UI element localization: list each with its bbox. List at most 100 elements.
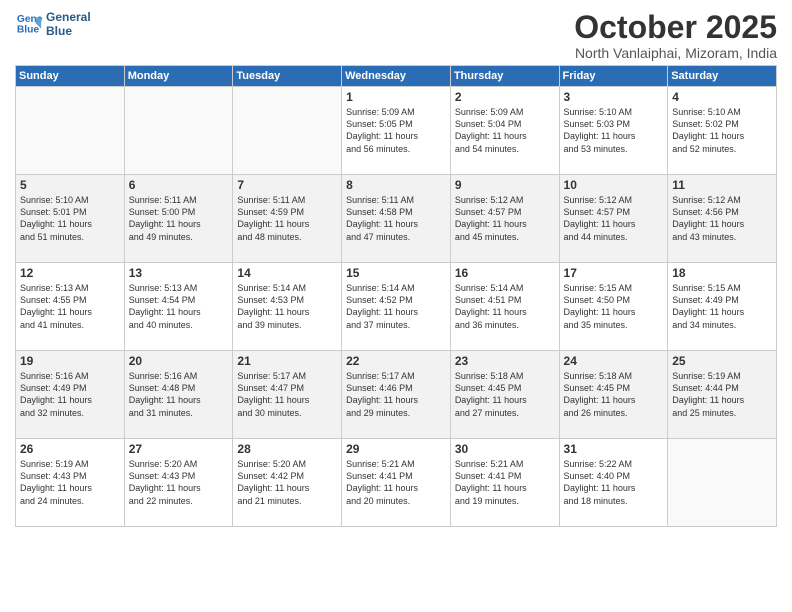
- cell-daylight-info: Sunrise: 5:11 AM Sunset: 4:58 PM Dayligh…: [346, 194, 446, 243]
- calendar-cell: 14Sunrise: 5:14 AM Sunset: 4:53 PM Dayli…: [233, 263, 342, 351]
- svg-text:Blue: Blue: [17, 25, 40, 36]
- calendar-cell: 8 Sunrise: 5:11 AM Sunset: 4:58 PM Daylig…: [342, 175, 451, 263]
- calendar-cell: 2Sunrise: 5:09 AM Sunset: 5:04 PM Daylig…: [450, 87, 559, 175]
- day-number: 15: [346, 266, 446, 280]
- calendar-cell: 4 Sunrise: 5:10 AM Sunset: 5:02 PM Daylig…: [668, 87, 777, 175]
- day-number: 9: [455, 178, 555, 192]
- calendar-cell: 25 Sunrise: 5:19 AM Sunset: 4:44 PM Dayli…: [668, 351, 777, 439]
- day-number: 18: [672, 266, 772, 280]
- calendar-cell: [233, 87, 342, 175]
- calendar-cell: [668, 439, 777, 527]
- weekday-header-wednesday: Wednesday: [342, 66, 451, 87]
- cell-daylight-info: Sunrise: 5:21 AM Sunset: 4:41 PM Dayligh…: [455, 458, 555, 507]
- calendar-table: SundayMondayTuesdayWednesdayThursdayFrid…: [15, 65, 777, 527]
- calendar-cell: 30 Sunrise: 5:21 AM Sunset: 4:41 PM Dayli…: [450, 439, 559, 527]
- day-number: 3: [564, 90, 664, 104]
- calendar-cell: 1Sunrise: 5:09 AM Sunset: 5:05 PM Daylig…: [342, 87, 451, 175]
- calendar-cell: 12 Sunrise: 5:13 AM Sunset: 4:55 PM Dayli…: [16, 263, 125, 351]
- cell-daylight-info: Sunrise: 5:12 AM Sunset: 4:57 PM Dayligh…: [455, 194, 555, 243]
- calendar-week-row-3: 12 Sunrise: 5:13 AM Sunset: 4:55 PM Dayli…: [16, 263, 777, 351]
- day-number: 22: [346, 354, 446, 368]
- cell-daylight-info: Sunrise: 5:10 AM Sunset: 5:02 PM Dayligh…: [672, 106, 772, 155]
- calendar-cell: 19 Sunrise: 5:16 AM Sunset: 4:49 PM Dayli…: [16, 351, 125, 439]
- logo-text: General Blue: [46, 10, 91, 39]
- cell-daylight-info: Sunrise: 5:15 AM Sunset: 4:50 PM Dayligh…: [564, 282, 664, 331]
- calendar-cell: 16Sunrise: 5:14 AM Sunset: 4:51 PM Dayli…: [450, 263, 559, 351]
- calendar-cell: 3 Sunrise: 5:10 AM Sunset: 5:03 PM Daylig…: [559, 87, 668, 175]
- day-number: 16: [455, 266, 555, 280]
- day-number: 30: [455, 442, 555, 456]
- calendar-cell: 22Sunrise: 5:17 AM Sunset: 4:46 PM Dayli…: [342, 351, 451, 439]
- calendar-cell: 11 Sunrise: 5:12 AM Sunset: 4:56 PM Dayli…: [668, 175, 777, 263]
- day-number: 31: [564, 442, 664, 456]
- logo-line1: General: [46, 10, 91, 24]
- cell-daylight-info: Sunrise: 5:16 AM Sunset: 4:49 PM Dayligh…: [20, 370, 120, 419]
- calendar-cell: 29 Sunrise: 5:21 AM Sunset: 4:41 PM Dayli…: [342, 439, 451, 527]
- calendar-cell: 18 Sunrise: 5:15 AM Sunset: 4:49 PM Dayli…: [668, 263, 777, 351]
- calendar-cell: 31 Sunrise: 5:22 AM Sunset: 4:40 PM Dayli…: [559, 439, 668, 527]
- cell-daylight-info: Sunrise: 5:18 AM Sunset: 4:45 PM Dayligh…: [564, 370, 664, 419]
- day-number: 19: [20, 354, 120, 368]
- calendar-cell: 5Sunrise: 5:10 AM Sunset: 5:01 PM Daylig…: [16, 175, 125, 263]
- weekday-header-thursday: Thursday: [450, 66, 559, 87]
- cell-daylight-info: Sunrise: 5:12 AM Sunset: 4:56 PM Dayligh…: [672, 194, 772, 243]
- page-container: General Blue General Blue October 2025 N…: [0, 0, 792, 612]
- month-title: October 2025: [574, 10, 777, 45]
- location-subtitle: North Vanlaiphai, Mizoram, India: [574, 45, 777, 61]
- cell-daylight-info: Sunrise: 5:19 AM Sunset: 4:43 PM Dayligh…: [20, 458, 120, 507]
- day-number: 10: [564, 178, 664, 192]
- day-number: 14: [237, 266, 337, 280]
- logo-line2: Blue: [46, 24, 72, 38]
- calendar-cell: 28Sunrise: 5:20 AM Sunset: 4:42 PM Dayli…: [233, 439, 342, 527]
- day-number: 11: [672, 178, 772, 192]
- weekday-header-row: SundayMondayTuesdayWednesdayThursdayFrid…: [16, 66, 777, 87]
- cell-daylight-info: Sunrise: 5:16 AM Sunset: 4:48 PM Dayligh…: [129, 370, 229, 419]
- calendar-cell: 10Sunrise: 5:12 AM Sunset: 4:57 PM Dayli…: [559, 175, 668, 263]
- weekday-header-friday: Friday: [559, 66, 668, 87]
- day-number: 2: [455, 90, 555, 104]
- calendar-cell: 24Sunrise: 5:18 AM Sunset: 4:45 PM Dayli…: [559, 351, 668, 439]
- title-block: October 2025 North Vanlaiphai, Mizoram, …: [574, 10, 777, 61]
- cell-daylight-info: Sunrise: 5:21 AM Sunset: 4:41 PM Dayligh…: [346, 458, 446, 507]
- calendar-cell: 7 Sunrise: 5:11 AM Sunset: 4:59 PM Daylig…: [233, 175, 342, 263]
- calendar-week-row-4: 19 Sunrise: 5:16 AM Sunset: 4:49 PM Dayli…: [16, 351, 777, 439]
- cell-daylight-info: Sunrise: 5:13 AM Sunset: 4:54 PM Dayligh…: [129, 282, 229, 331]
- day-number: 6: [129, 178, 229, 192]
- cell-daylight-info: Sunrise: 5:13 AM Sunset: 4:55 PM Dayligh…: [20, 282, 120, 331]
- cell-daylight-info: Sunrise: 5:09 AM Sunset: 5:05 PM Dayligh…: [346, 106, 446, 155]
- day-number: 12: [20, 266, 120, 280]
- calendar-cell: 9 Sunrise: 5:12 AM Sunset: 4:57 PM Daylig…: [450, 175, 559, 263]
- cell-daylight-info: Sunrise: 5:19 AM Sunset: 4:44 PM Dayligh…: [672, 370, 772, 419]
- day-number: 17: [564, 266, 664, 280]
- cell-daylight-info: Sunrise: 5:17 AM Sunset: 4:47 PM Dayligh…: [237, 370, 337, 419]
- day-number: 8: [346, 178, 446, 192]
- cell-daylight-info: Sunrise: 5:10 AM Sunset: 5:03 PM Dayligh…: [564, 106, 664, 155]
- calendar-cell: 20Sunrise: 5:16 AM Sunset: 4:48 PM Dayli…: [124, 351, 233, 439]
- calendar-week-row-1: 1Sunrise: 5:09 AM Sunset: 5:05 PM Daylig…: [16, 87, 777, 175]
- calendar-cell: 15 Sunrise: 5:14 AM Sunset: 4:52 PM Dayli…: [342, 263, 451, 351]
- cell-daylight-info: Sunrise: 5:11 AM Sunset: 4:59 PM Dayligh…: [237, 194, 337, 243]
- header: General Blue General Blue October 2025 N…: [15, 10, 777, 61]
- cell-daylight-info: Sunrise: 5:22 AM Sunset: 4:40 PM Dayligh…: [564, 458, 664, 507]
- calendar-cell: 17 Sunrise: 5:15 AM Sunset: 4:50 PM Dayli…: [559, 263, 668, 351]
- calendar-cell: [16, 87, 125, 175]
- day-number: 7: [237, 178, 337, 192]
- cell-daylight-info: Sunrise: 5:10 AM Sunset: 5:01 PM Dayligh…: [20, 194, 120, 243]
- day-number: 25: [672, 354, 772, 368]
- day-number: 28: [237, 442, 337, 456]
- calendar-cell: 26Sunrise: 5:19 AM Sunset: 4:43 PM Dayli…: [16, 439, 125, 527]
- day-number: 4: [672, 90, 772, 104]
- cell-daylight-info: Sunrise: 5:15 AM Sunset: 4:49 PM Dayligh…: [672, 282, 772, 331]
- logo: General Blue General Blue: [15, 10, 91, 39]
- cell-daylight-info: Sunrise: 5:14 AM Sunset: 4:52 PM Dayligh…: [346, 282, 446, 331]
- cell-daylight-info: Sunrise: 5:20 AM Sunset: 4:43 PM Dayligh…: [129, 458, 229, 507]
- calendar-week-row-2: 5Sunrise: 5:10 AM Sunset: 5:01 PM Daylig…: [16, 175, 777, 263]
- weekday-header-monday: Monday: [124, 66, 233, 87]
- cell-daylight-info: Sunrise: 5:18 AM Sunset: 4:45 PM Dayligh…: [455, 370, 555, 419]
- calendar-cell: 23Sunrise: 5:18 AM Sunset: 4:45 PM Dayli…: [450, 351, 559, 439]
- day-number: 29: [346, 442, 446, 456]
- calendar-cell: [124, 87, 233, 175]
- day-number: 21: [237, 354, 337, 368]
- weekday-header-saturday: Saturday: [668, 66, 777, 87]
- weekday-header-sunday: Sunday: [16, 66, 125, 87]
